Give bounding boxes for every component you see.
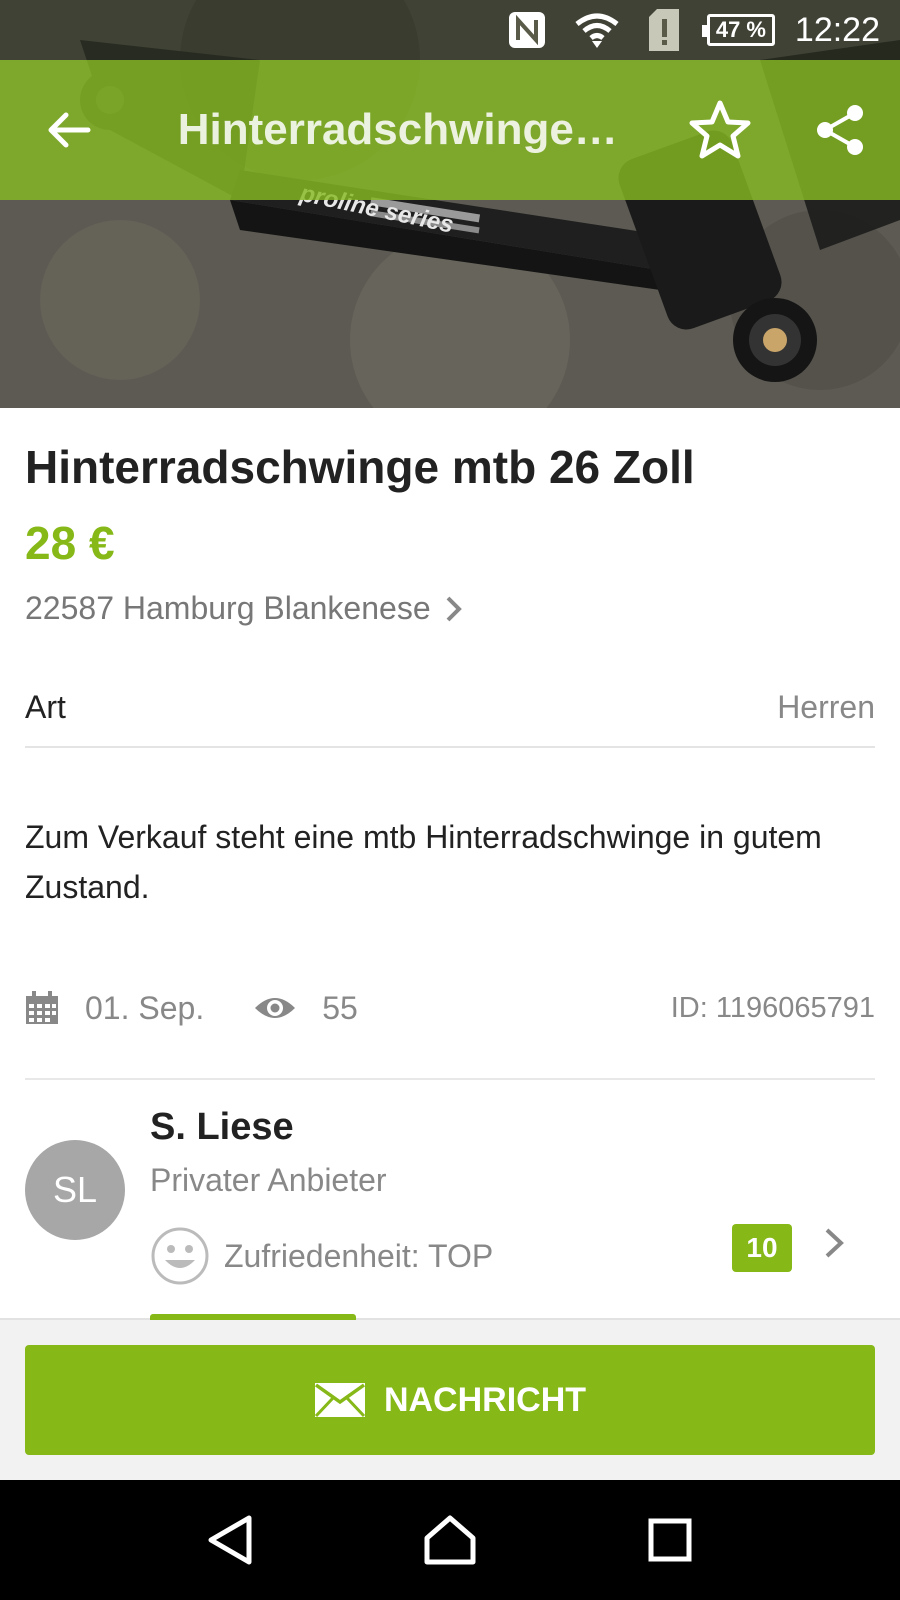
envelope-icon bbox=[314, 1382, 366, 1418]
battery-level: 47 % bbox=[701, 14, 775, 46]
back-arrow-icon bbox=[48, 112, 91, 148]
divider bbox=[25, 1078, 875, 1080]
square-recents-icon bbox=[648, 1518, 692, 1562]
attribute-value: Herren bbox=[777, 688, 875, 725]
battery-icon: 47 % bbox=[701, 14, 775, 46]
listing-id: ID: 1196065791 bbox=[670, 991, 875, 1024]
nav-back-button[interactable] bbox=[170, 1480, 290, 1600]
section-tab-indicator bbox=[150, 1314, 356, 1320]
app-bar-title: Hinterradschwinge… bbox=[177, 105, 618, 154]
attribute-row-art: Art Herren bbox=[25, 668, 875, 748]
calendar-icon bbox=[26, 991, 58, 1024]
listing-price: 28 € bbox=[25, 517, 115, 569]
chevron-right-icon bbox=[823, 1226, 845, 1260]
listing-date: 01. Sep. bbox=[85, 989, 205, 1026]
favorite-button[interactable] bbox=[660, 60, 780, 200]
app-bar: Hinterradschwinge… bbox=[0, 60, 900, 200]
nav-home-button[interactable] bbox=[390, 1480, 510, 1600]
back-button[interactable] bbox=[0, 60, 138, 200]
nfc-icon bbox=[507, 10, 547, 50]
star-outline-icon bbox=[689, 100, 751, 159]
satisfaction-rating: Zufriedenheit: TOP bbox=[150, 1226, 493, 1286]
listing-location-link[interactable]: 22587 Hamburg Blankenese bbox=[25, 590, 463, 627]
satisfaction-text: Zufriedenheit: TOP bbox=[224, 1237, 494, 1274]
avatar: SL bbox=[25, 1140, 125, 1240]
listing-description: Zum Verkauf steht eine mtb Hinterradschw… bbox=[25, 819, 822, 905]
smiley-icon bbox=[151, 1227, 209, 1285]
home-icon bbox=[424, 1515, 476, 1565]
rating-count-badge: 10 bbox=[732, 1224, 792, 1272]
status-bar: 47 % 12:22 bbox=[0, 0, 900, 60]
listing-title: Hinterradschwinge mtb 26 Zoll bbox=[25, 441, 695, 493]
chevron-right-icon bbox=[445, 595, 463, 623]
seller-card[interactable]: SL S. Liese Privater Anbieter Zufriedenh… bbox=[25, 1106, 875, 1306]
system-nav-bar bbox=[0, 1480, 900, 1600]
date-info: 01. Sep. bbox=[25, 990, 204, 1027]
eye-icon bbox=[255, 998, 296, 1018]
seller-name: S. Liese bbox=[150, 1106, 294, 1148]
share-button[interactable] bbox=[780, 60, 900, 200]
seller-type: Privater Anbieter bbox=[150, 1162, 387, 1198]
message-button[interactable]: NACHRICHT bbox=[25, 1345, 875, 1455]
views-info: 55 bbox=[254, 990, 358, 1027]
triangle-back-icon bbox=[208, 1515, 252, 1565]
message-button-label: NACHRICHT bbox=[383, 1380, 587, 1419]
location-text: 22587 Hamburg Blankenese bbox=[25, 590, 431, 626]
listing-meta: 01. Sep. 55 ID: 1196065791 bbox=[25, 968, 875, 1048]
nav-recents-button[interactable] bbox=[610, 1480, 730, 1600]
attribute-label: Art bbox=[25, 688, 66, 725]
share-icon bbox=[817, 105, 863, 155]
sim-alert-icon bbox=[647, 9, 681, 51]
wifi-icon bbox=[573, 10, 621, 50]
view-count: 55 bbox=[322, 989, 358, 1026]
status-time: 12:22 bbox=[794, 10, 880, 49]
